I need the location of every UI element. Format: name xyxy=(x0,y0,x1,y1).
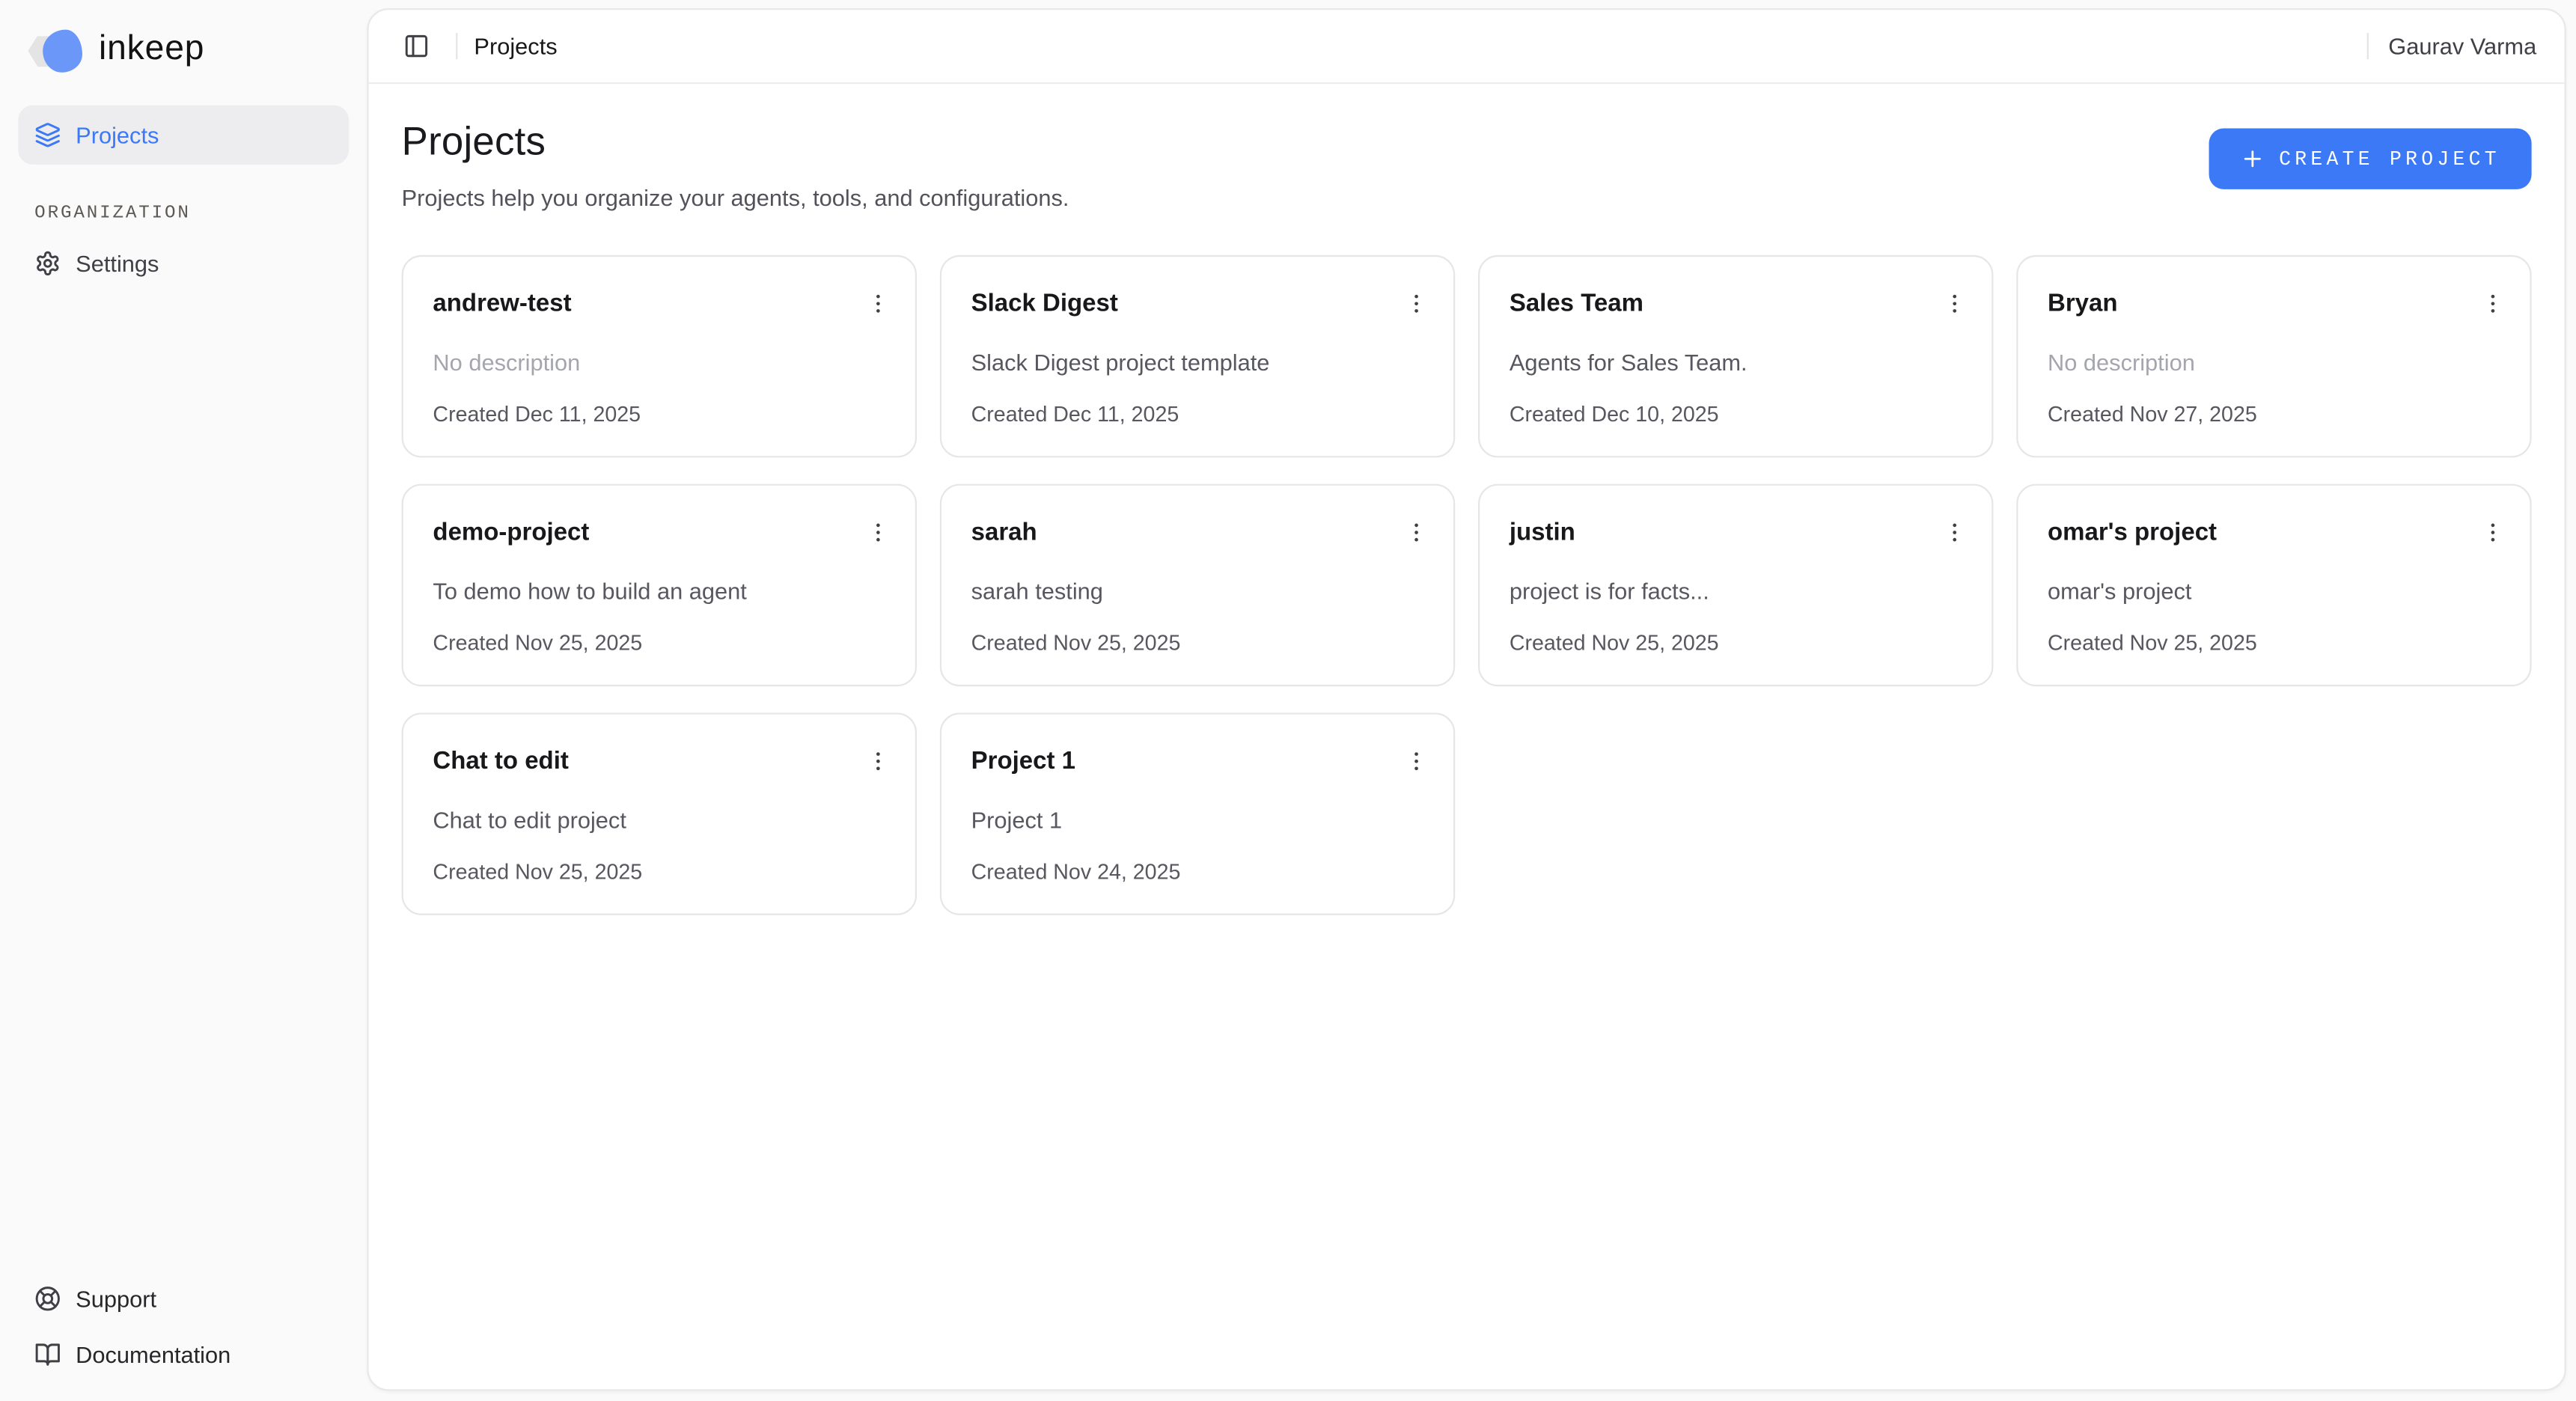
app-root: inkeep Projects ORGANIZATION Settings Su… xyxy=(0,0,2576,1401)
project-description: To demo how to build an agent xyxy=(433,576,885,608)
project-menu-button[interactable] xyxy=(859,742,895,778)
project-description: sarah testing xyxy=(971,576,1424,608)
project-card[interactable]: andrew-test No description Created Dec 1… xyxy=(402,255,917,458)
life-buoy-icon xyxy=(34,1286,61,1312)
gear-icon xyxy=(34,250,61,276)
project-name: Project 1 xyxy=(971,744,1075,778)
book-open-icon xyxy=(34,1341,61,1367)
project-description: project is for facts... xyxy=(1510,576,1962,608)
project-menu-button[interactable] xyxy=(1397,742,1433,778)
kebab-menu-icon xyxy=(1403,290,1428,315)
project-created-date: Created Nov 24, 2025 xyxy=(971,858,1424,888)
logo-link[interactable]: inkeep xyxy=(18,19,349,79)
project-card[interactable]: omar's project omar's project Created No… xyxy=(2016,484,2531,687)
sidebar-item-settings[interactable]: Settings xyxy=(18,234,349,293)
project-name: justin xyxy=(1510,515,1575,549)
project-description: No description xyxy=(433,347,885,379)
project-name: sarah xyxy=(971,515,1037,549)
brand-wordmark: inkeep xyxy=(99,31,204,71)
project-menu-button[interactable] xyxy=(1397,513,1433,549)
project-name: omar's project xyxy=(2048,515,2217,549)
project-name: Slack Digest xyxy=(971,287,1118,321)
content-area: Projects Projects help you organize your… xyxy=(369,84,2565,951)
sidebar-item-label: Documentation xyxy=(76,1341,231,1367)
kebab-menu-icon xyxy=(2479,519,2504,544)
project-menu-button[interactable] xyxy=(1935,513,1971,549)
plus-icon xyxy=(2239,147,2264,171)
project-name: Chat to edit xyxy=(433,744,568,778)
main-panel: Projects Gaurav Varma Projects Projects … xyxy=(367,8,2566,1391)
kebab-menu-icon xyxy=(865,748,890,773)
project-card[interactable]: demo-project To demo how to build an age… xyxy=(402,484,917,687)
project-description: Agents for Sales Team. xyxy=(1510,347,1962,379)
project-created-date: Created Nov 25, 2025 xyxy=(1510,629,1962,659)
sidebar-toggle-button[interactable] xyxy=(394,23,440,70)
user-menu[interactable]: Gaurav Varma xyxy=(2385,26,2540,66)
kebab-menu-icon xyxy=(1403,519,1428,544)
project-card[interactable]: sarah sarah testing Created Nov 25, 2025 xyxy=(940,484,1455,687)
project-card[interactable]: Bryan No description Created Nov 27, 202… xyxy=(2016,255,2531,458)
panel-left-icon xyxy=(403,33,430,59)
inkeep-logo-icon xyxy=(28,28,84,73)
topbar: Projects Gaurav Varma xyxy=(369,10,2565,84)
project-name: Bryan xyxy=(2048,287,2118,321)
sidebar-item-label: Settings xyxy=(76,250,159,276)
sidebar-item-label: Support xyxy=(76,1286,156,1312)
project-card[interactable]: Sales Team Agents for Sales Team. Create… xyxy=(1478,255,1993,458)
divider xyxy=(2367,33,2369,59)
project-created-date: Created Nov 25, 2025 xyxy=(2048,629,2500,659)
project-card[interactable]: justin project is for facts... Created N… xyxy=(1478,484,1993,687)
kebab-menu-icon xyxy=(865,519,890,544)
project-created-date: Created Dec 10, 2025 xyxy=(1510,400,1962,430)
project-menu-button[interactable] xyxy=(2474,284,2510,320)
kebab-menu-icon xyxy=(1941,519,1966,544)
sidebar-item-support[interactable]: Support xyxy=(18,1272,349,1325)
project-created-date: Created Nov 25, 2025 xyxy=(433,629,885,659)
sidebar-org-nav: Settings xyxy=(18,234,349,293)
sidebar-section-organization: ORGANIZATION xyxy=(18,204,349,224)
sidebar-item-documentation[interactable]: Documentation xyxy=(18,1328,349,1381)
project-created-date: Created Nov 25, 2025 xyxy=(971,629,1424,659)
project-description: No description xyxy=(2048,347,2500,379)
project-created-date: Created Dec 11, 2025 xyxy=(433,400,885,430)
sidebar-item-projects[interactable]: Projects xyxy=(18,106,349,165)
project-menu-button[interactable] xyxy=(859,284,895,320)
project-created-date: Created Dec 11, 2025 xyxy=(971,400,1424,430)
project-name: Sales Team xyxy=(1510,287,1643,321)
project-created-date: Created Nov 27, 2025 xyxy=(2048,400,2500,430)
kebab-menu-icon xyxy=(865,290,890,315)
project-description: Chat to edit project xyxy=(433,805,885,836)
create-project-label: CREATE PROJECT xyxy=(2279,147,2500,171)
project-description: omar's project xyxy=(2048,576,2500,608)
sidebar-footer: Support Documentation xyxy=(18,1272,349,1385)
breadcrumb: Projects xyxy=(474,33,557,59)
project-menu-button[interactable] xyxy=(1935,284,1971,320)
kebab-menu-icon xyxy=(2479,290,2504,315)
layers-icon xyxy=(34,122,61,148)
page-subtitle: Projects help you organize your agents, … xyxy=(402,184,1069,210)
page-title: Projects xyxy=(402,120,1069,167)
project-card[interactable]: Project 1 Project 1 Created Nov 24, 2025 xyxy=(940,712,1455,915)
project-menu-button[interactable] xyxy=(2474,513,2510,549)
kebab-menu-icon xyxy=(1941,290,1966,315)
project-description: Project 1 xyxy=(971,805,1424,836)
project-card[interactable]: Chat to edit Chat to edit project Create… xyxy=(402,712,917,915)
project-description: Slack Digest project template xyxy=(971,347,1424,379)
project-menu-button[interactable] xyxy=(1397,284,1433,320)
create-project-button[interactable]: CREATE PROJECT xyxy=(2209,129,2532,189)
project-grid: andrew-test No description Created Dec 1… xyxy=(402,255,2532,915)
project-card[interactable]: Slack Digest Slack Digest project templa… xyxy=(940,255,1455,458)
sidebar-item-label: Projects xyxy=(76,122,159,148)
project-name: demo-project xyxy=(433,515,589,549)
sidebar: inkeep Projects ORGANIZATION Settings Su… xyxy=(0,0,367,1401)
project-menu-button[interactable] xyxy=(859,513,895,549)
kebab-menu-icon xyxy=(1403,748,1428,773)
sidebar-nav: Projects xyxy=(18,106,349,165)
project-created-date: Created Nov 25, 2025 xyxy=(433,858,885,888)
project-name: andrew-test xyxy=(433,287,571,321)
divider xyxy=(456,33,457,59)
